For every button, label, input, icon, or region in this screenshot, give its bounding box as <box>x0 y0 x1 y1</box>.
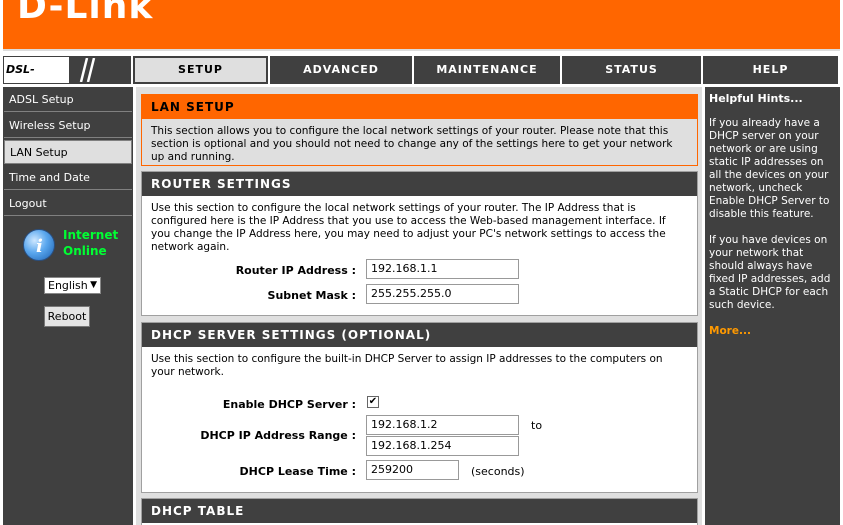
sidebar-item-logout[interactable]: Logout <box>4 192 132 216</box>
dhcp-table-section: DHCP TABLE <box>141 498 698 525</box>
status-line-internet: Internet <box>63 228 119 242</box>
tab-maintenance[interactable]: MAINTENANCE <box>414 56 560 84</box>
sidebar-item-wireless-setup[interactable]: Wireless Setup <box>4 114 132 138</box>
range-to-label: to <box>531 419 543 432</box>
dlink-logo: D-Link <box>17 0 154 27</box>
tab-help[interactable]: HELP <box>703 56 838 84</box>
subnet-mask-label: Subnet Mask : <box>267 289 356 302</box>
sidebar-item-lan-setup[interactable]: LAN Setup <box>4 140 132 164</box>
tab-status[interactable]: STATUS <box>562 56 701 84</box>
dhcp-table-title: DHCP TABLE <box>142 499 697 523</box>
lan-setup-title: LAN SETUP <box>142 95 697 119</box>
reboot-button[interactable]: Reboot <box>44 306 90 327</box>
enable-dhcp-checkbox[interactable]: ✔ <box>367 396 379 408</box>
model-box: DSL-2640R <box>3 56 131 102</box>
sidebar-item-adsl-setup[interactable]: ADSL Setup <box>4 88 132 112</box>
dhcp-range-start-input[interactable]: 192.168.1.2 <box>366 415 519 435</box>
lease-unit-label: (seconds) <box>471 465 525 478</box>
tab-setup[interactable]: SETUP <box>133 56 268 84</box>
model-name: DSL-2640R <box>4 57 69 102</box>
dhcp-server-description: Use this section to configure the built-… <box>151 353 663 378</box>
hint-paragraph-dhcp: If you already have a DHCP server on you… <box>709 117 830 220</box>
internet-status: i Internet Online <box>23 225 133 265</box>
header-banner: D-Link <box>3 0 840 51</box>
dropdown-arrow-icon: ▼ <box>90 280 97 290</box>
checkmark-icon: ✔ <box>368 396 378 407</box>
router-ip-input[interactable]: 192.168.1.1 <box>366 259 519 279</box>
dhcp-lease-input[interactable]: 259200 <box>366 460 459 480</box>
info-globe-icon: i <box>23 229 55 261</box>
router-settings-section: ROUTER SETTINGS Use this section to conf… <box>141 171 698 316</box>
router-settings-title: ROUTER SETTINGS <box>142 172 697 196</box>
main-content: LAN SETUP This section allows you to con… <box>136 87 702 525</box>
tab-advanced[interactable]: ADVANCED <box>270 56 412 84</box>
language-select[interactable]: English ▼ <box>44 277 101 294</box>
sidebar-item-time-and-date[interactable]: Time and Date <box>4 166 132 190</box>
dhcp-server-title: DHCP SERVER SETTINGS (OPTIONAL) <box>142 323 697 347</box>
dhcp-server-section: DHCP SERVER SETTINGS (OPTIONAL) Use this… <box>141 322 698 493</box>
dhcp-lease-label: DHCP Lease Time : <box>239 465 356 478</box>
dhcp-range-end-input[interactable]: 192.168.1.254 <box>366 436 519 456</box>
status-line-online: Online <box>63 244 107 258</box>
sidebar: ADSL Setup Wireless Setup LAN Setup Time… <box>3 87 133 525</box>
hint-paragraph-static: If you have devices on your network that… <box>709 234 831 311</box>
dhcp-range-label: DHCP IP Address Range : <box>200 429 356 442</box>
more-link[interactable]: More... <box>709 325 836 338</box>
lan-setup-section: LAN SETUP This section allows you to con… <box>141 94 698 166</box>
helpful-hints-panel: Helpful Hints... If you already have a D… <box>705 87 840 525</box>
language-value: English <box>48 279 88 292</box>
hints-title: Helpful Hints... <box>709 92 803 105</box>
subnet-mask-input[interactable]: 255.255.255.0 <box>366 284 519 304</box>
router-settings-description: Use this section to configure the local … <box>151 202 666 253</box>
enable-dhcp-label: Enable DHCP Server : <box>222 398 356 411</box>
lan-setup-description: This section allows you to configure the… <box>142 119 697 164</box>
slash-decoration-icon <box>79 58 96 82</box>
router-ip-label: Router IP Address : <box>235 264 356 277</box>
